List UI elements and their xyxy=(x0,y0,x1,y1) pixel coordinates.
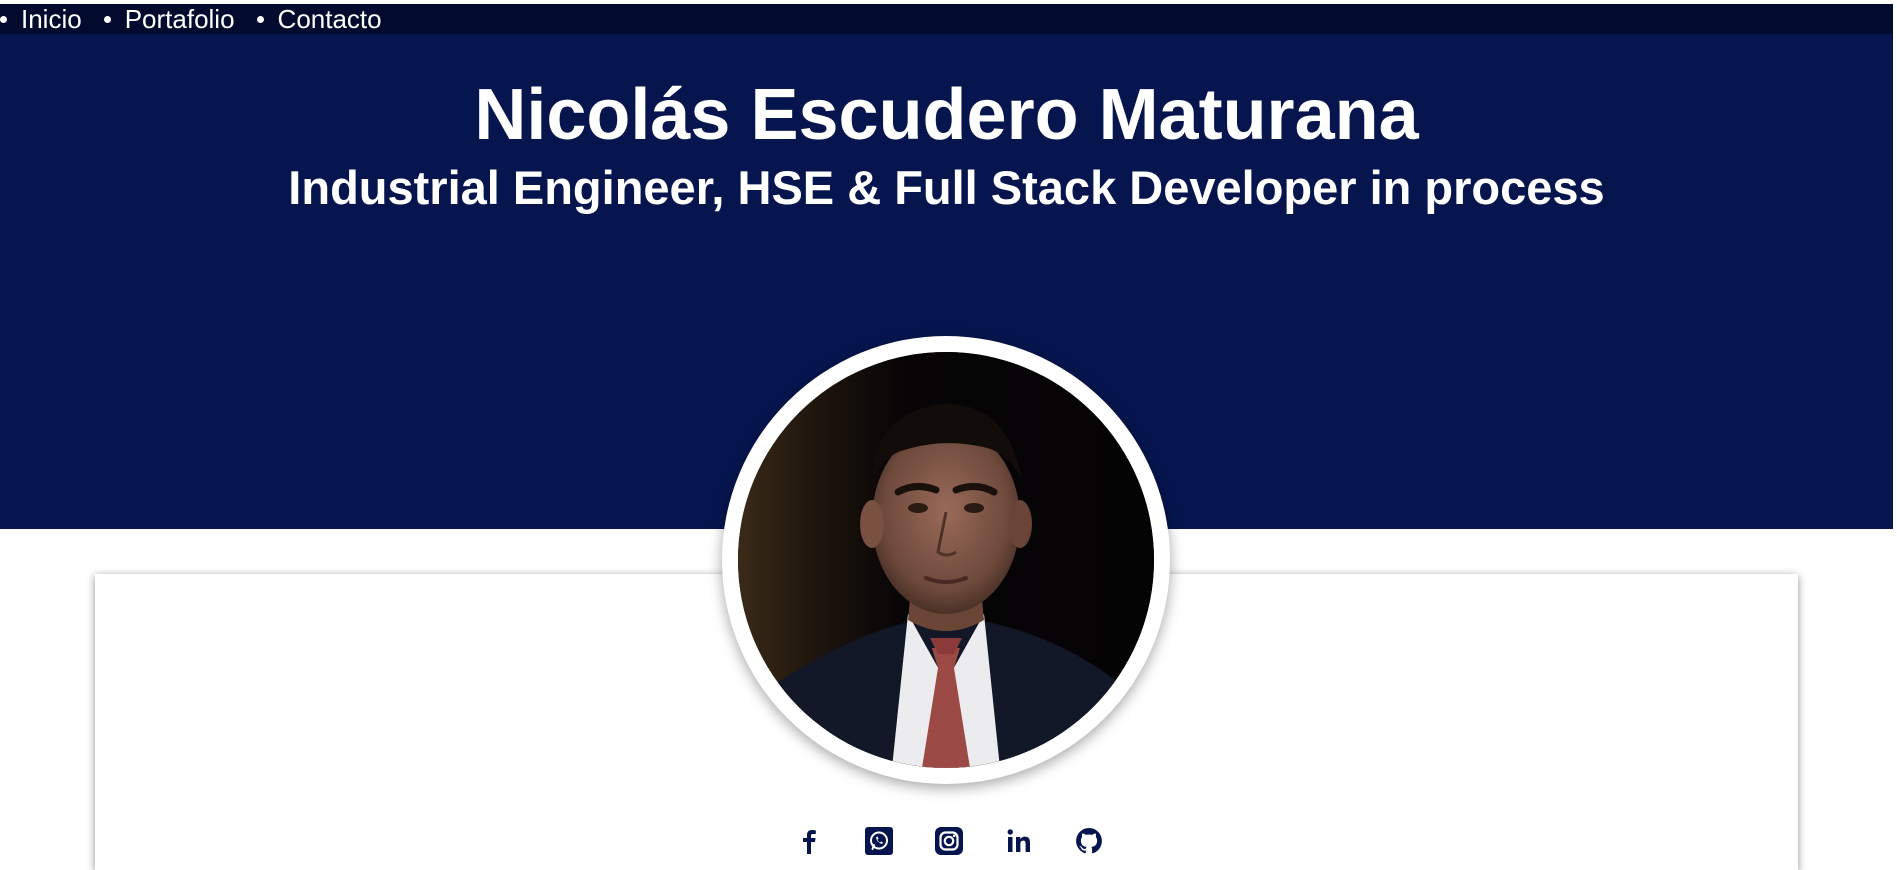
nav-item-inicio: Inicio xyxy=(0,4,82,34)
whatsapp-icon[interactable] xyxy=(864,826,894,856)
profile-photo xyxy=(738,352,1154,768)
avatar xyxy=(722,336,1170,784)
bullet-icon xyxy=(103,15,111,23)
bullet-icon xyxy=(0,15,7,23)
bullet-icon xyxy=(256,15,264,23)
page-subtitle: Industrial Engineer, HSE & Full Stack De… xyxy=(288,161,1605,214)
right-edge xyxy=(1893,0,1897,870)
facebook-icon[interactable] xyxy=(794,826,824,856)
nav-link-contacto[interactable]: Contacto xyxy=(278,4,382,34)
social-links xyxy=(0,826,1897,856)
instagram-icon[interactable] xyxy=(934,826,964,856)
github-icon[interactable] xyxy=(1074,826,1104,856)
nav-link-portafolio[interactable]: Portafolio xyxy=(125,4,235,34)
page-title: Nicolás Escudero Maturana xyxy=(474,75,1419,155)
linkedin-icon[interactable] xyxy=(1004,826,1034,856)
nav-item-contacto: Contacto xyxy=(256,4,382,34)
nav-link-inicio[interactable]: Inicio xyxy=(21,4,82,34)
nav-item-portafolio: Portafolio xyxy=(103,4,235,34)
nav-list: Inicio Portafolio Contacto xyxy=(0,4,1893,34)
top-navbar: Inicio Portafolio Contacto xyxy=(0,4,1893,34)
